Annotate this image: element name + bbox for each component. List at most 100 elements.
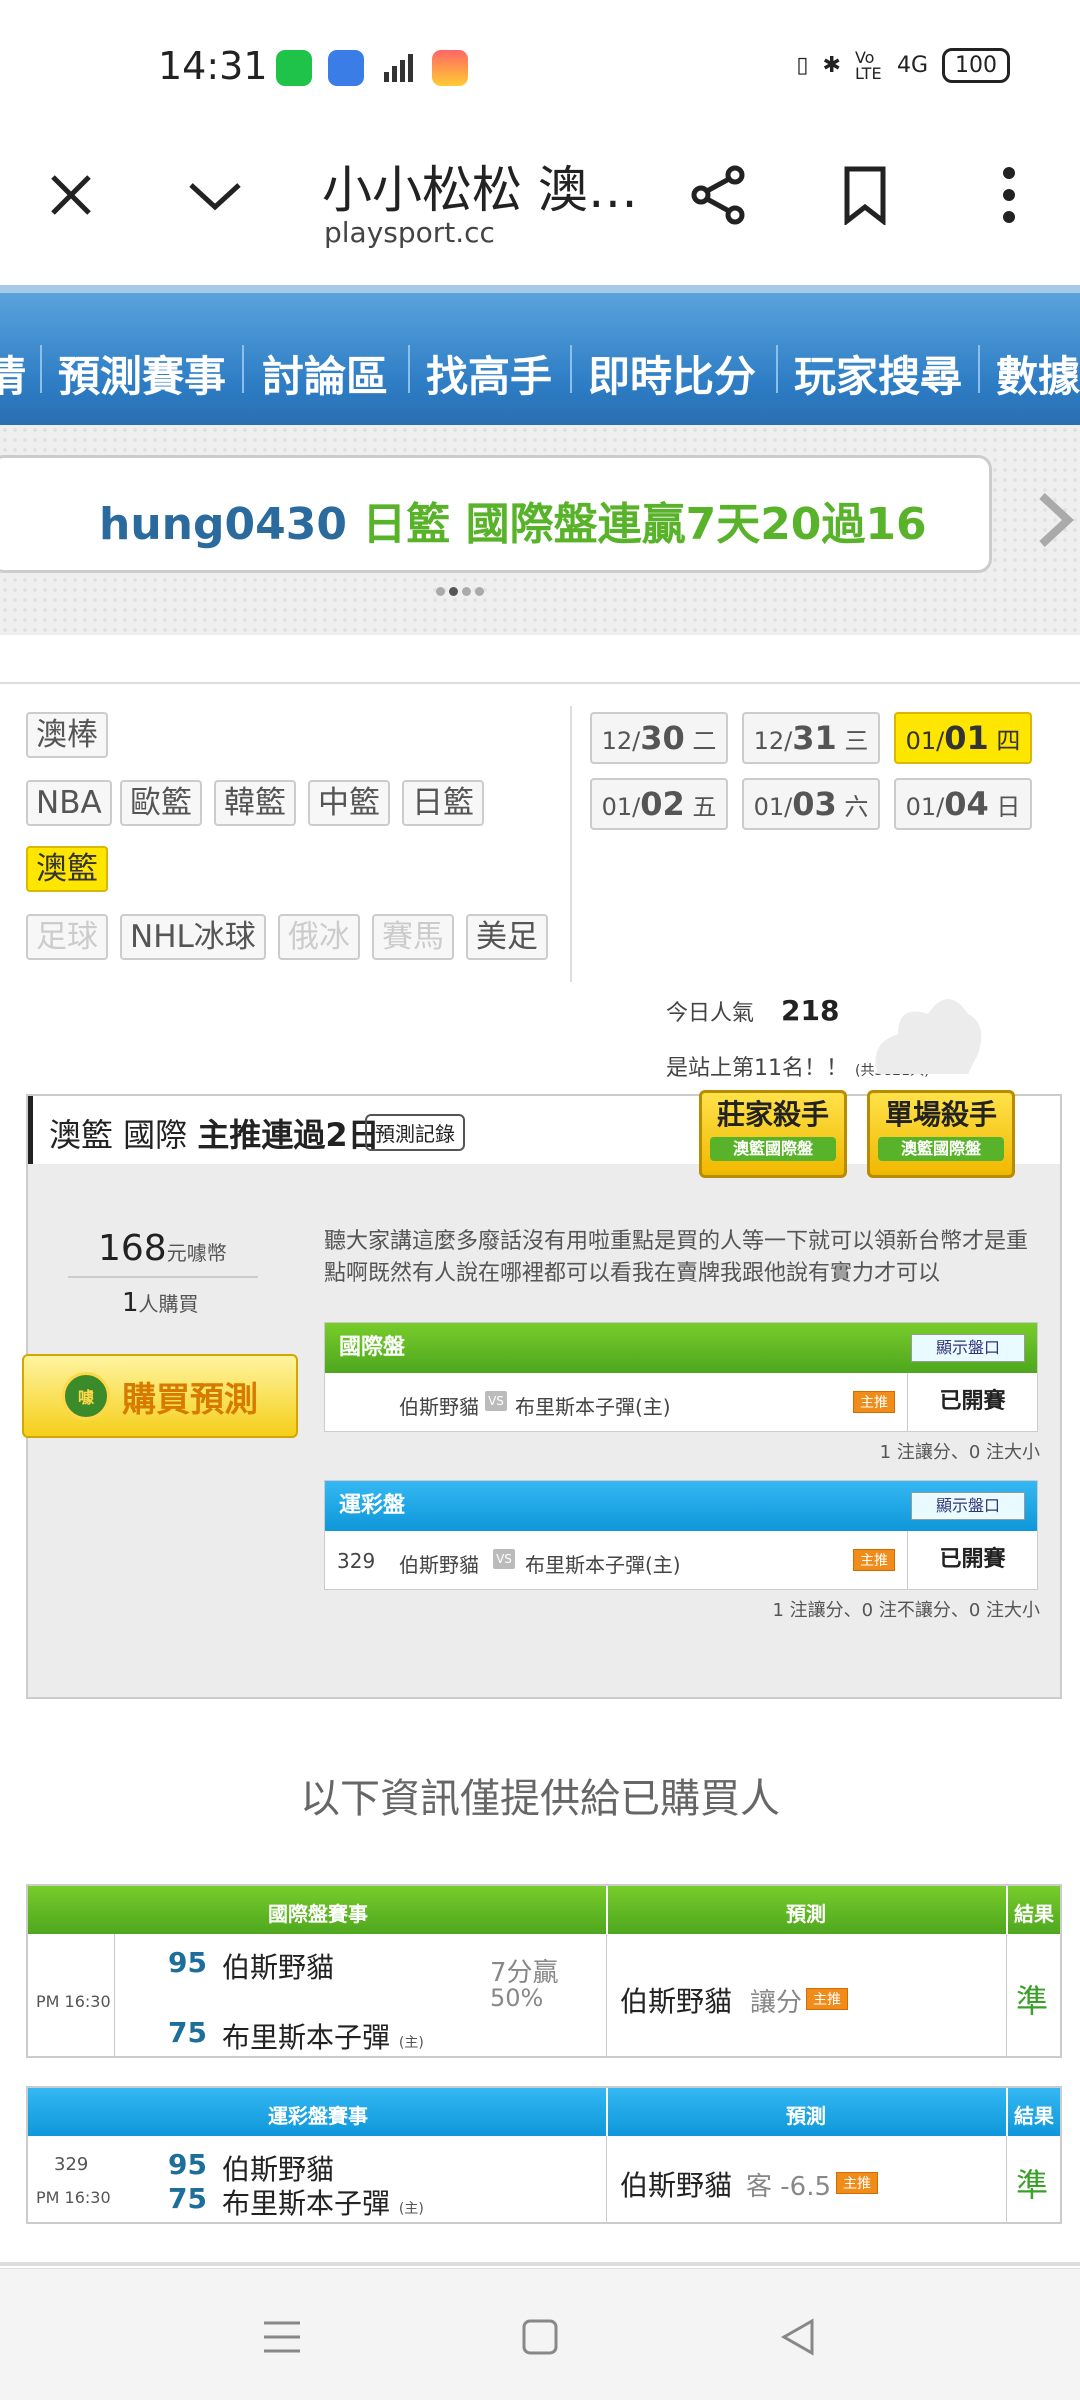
recent-apps-button[interactable] [252,2307,312,2367]
sport-chip-nfl[interactable]: 美足 [466,914,548,960]
sport-chip-nba[interactable]: NBA [26,780,112,826]
game-code: 329 [337,1549,376,1573]
share-button[interactable] [684,160,754,230]
sport-chip-china-basketball[interactable]: 中籃 [308,780,390,826]
price: 168元噱幣 [98,1228,227,1269]
match-status: 已開賽 [907,1373,1037,1431]
sport-chip-japan-basketball[interactable]: 日籃 [402,780,484,826]
divider [1006,2088,1008,2136]
date-tab[interactable]: 01/03 六 [742,778,880,830]
date-day: 02 [640,785,685,823]
prediction-panel: 澳籃 國際 主推連過2日 預測記錄 莊家殺手 澳籃國際盤 單場殺手 澳籃國際盤 … [22,1090,1062,1699]
site-nav: 情 預測賽事 討論區 找高手 即時比分 玩家搜尋 數據 [0,285,1080,425]
show-odds-button[interactable]: 顯示盤口 [911,1492,1025,1520]
nav-item-player-search[interactable]: 玩家搜尋 [794,343,962,404]
divider [68,1276,258,1278]
page-url[interactable]: playsport.cc [324,216,495,249]
date-tab[interactable]: 01/04 日 [894,778,1032,830]
nav-item-experts[interactable]: 找高手 [426,343,552,404]
share-icon [691,165,745,225]
date-tab[interactable]: 12/31 三 [742,712,880,764]
status-right: ▯ ✱ Vo LTE 4G 100 [796,48,1010,83]
pagination-dot-active[interactable] [449,587,458,596]
nav-separator [408,345,410,393]
nav-item-data[interactable]: 數據 [996,343,1080,404]
lottery-odds-card: 運彩盤 顯示盤口 329 伯斯野貓 VS 布里斯本子彈(主) 主推 已開賽 [324,1480,1038,1590]
chevron-right-icon [1039,493,1074,547]
badge-sub: 澳籃國際盤 [878,1137,1004,1161]
minimize-button[interactable] [180,160,250,230]
bookmark-icon [844,166,886,225]
date-weekday: 六 [844,793,869,821]
pagination-dot[interactable] [462,587,471,596]
divider [114,1934,115,2056]
home-team: 布里斯本子彈(主) [515,1395,671,1419]
pagination-dot[interactable] [475,587,484,596]
home-button[interactable] [510,2307,570,2367]
nav-separator [978,345,980,393]
price-value: 168 [98,1228,167,1269]
divider [1006,1886,1008,1934]
buy-prediction-button[interactable]: 噱 購買預測 [22,1354,298,1438]
banner-pagination [436,587,484,596]
sport-chip-korea-basketball[interactable]: 韓籃 [214,780,296,826]
date-weekday: 二 [692,727,717,755]
vibrate-icon: ▯ [796,53,809,78]
bookmark-button[interactable] [830,160,900,230]
home-team: 布里斯本子彈 (主) [222,2182,424,2222]
pick-type: 客 -6.5 [746,2172,831,2202]
sport-chip-nhl[interactable]: NHL冰球 [120,914,266,960]
nav-item-livescore[interactable]: 即時比分 [588,343,756,404]
menu-icon [264,2321,300,2353]
game-time: PM 16:30 [36,2188,111,2207]
close-button[interactable] [36,160,106,230]
date-month: 12/ [753,727,793,755]
back-button[interactable] [768,2307,828,2367]
nav-item-partial[interactable]: 情 [0,343,26,404]
main-pick-tag: 主推 [806,1988,848,2010]
lottery-odds-row: 329 伯斯野貓 VS 布里斯本子彈(主) 主推 已開賽 [325,1531,1037,1589]
divider [606,1934,607,2056]
date-tab-selected[interactable]: 01/01 四 [894,712,1032,764]
header-game: 運彩盤賽事 [268,2104,368,2128]
away-team: 伯斯野貓 [399,1395,479,1419]
away-team: 伯斯野貓 [222,1951,335,1984]
divider [1006,2136,1007,2222]
divider [0,682,1080,684]
result-accurate: 準 [1016,1982,1049,2020]
show-odds-button[interactable]: 顯示盤口 [911,1334,1025,1362]
banner-next-button[interactable] [1036,485,1076,567]
popularity-value: 218 [781,994,840,1027]
pagination-dot[interactable] [436,587,445,596]
date-weekday: 三 [844,727,869,755]
match-status: 已開賽 [907,1531,1037,1589]
nav-item-predictions[interactable]: 預測賽事 [58,343,226,404]
buyers-unit: 人購買 [138,1292,199,1316]
banner-record: 日籃 國際盤連贏7天20過16 [346,499,927,550]
banner-text: hung0430 日籃 國際盤連贏7天20過16 [99,488,927,552]
system-nav-bar [0,2268,1080,2400]
divider [1006,1934,1007,2056]
date-tab[interactable]: 12/30 二 [590,712,728,764]
nav-item-forum[interactable]: 討論區 [262,343,388,404]
banner-card[interactable]: hung0430 日籃 國際盤連贏7天20過16 [0,455,992,573]
sport-chip-aus-basketball[interactable]: 澳籃 [26,846,108,892]
nav-separator [40,345,42,393]
sport-chip-euro-basketball[interactable]: 歐籃 [120,780,202,826]
date-tab[interactable]: 01/02 五 [590,778,728,830]
home-score: 75 [168,2182,207,2215]
away-team: 伯斯野貓 [399,1553,479,1577]
sport-chip-aus-baseball[interactable]: 澳棒 [26,712,108,758]
panel-title: 澳籃 國際 主推連過2日 [49,1110,380,1156]
date-day: 04 [944,785,989,823]
panel-league: 澳籃 國際 [49,1116,198,1154]
coin-icon: 噱 [62,1372,110,1420]
home-team: 布里斯本子彈 (主) [222,2016,424,2056]
lottery-odds-header: 運彩盤 顯示盤口 [325,1481,1037,1531]
record-button[interactable]: 預測記錄 [365,1114,465,1151]
game-code: 329 [54,2154,89,2175]
date-month: 01/ [905,727,945,755]
more-menu-button[interactable] [974,160,1044,230]
back-triangle-icon [780,2318,814,2356]
header-game: 國際盤賽事 [268,1902,368,1926]
